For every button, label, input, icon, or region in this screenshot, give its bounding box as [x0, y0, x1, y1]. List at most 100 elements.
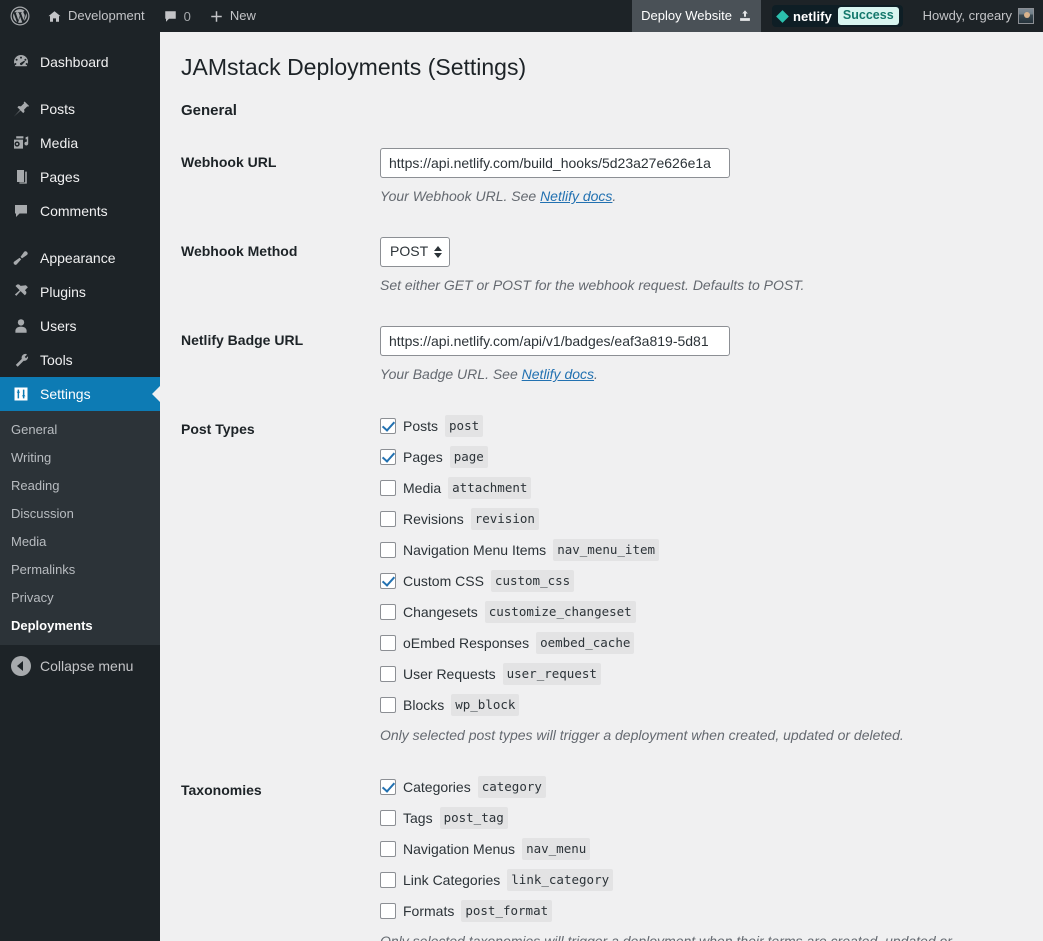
post-type-checkbox[interactable] — [380, 697, 396, 713]
label-webhook-method: Webhook Method — [181, 243, 298, 259]
post-type-item[interactable]: Changesets customize_changeset — [380, 601, 1033, 623]
taxonomy-checkbox[interactable] — [380, 872, 396, 888]
new-content-label: New — [229, 8, 256, 23]
post-type-item[interactable]: Navigation Menu Items nav_menu_item — [380, 539, 1033, 561]
deploy-website-label: Deploy Website — [641, 8, 732, 23]
post-type-label: Navigation Menu Items — [403, 542, 547, 558]
deploy-website-button[interactable]: Deploy Website — [632, 0, 761, 32]
post-type-label: Blocks — [403, 697, 445, 713]
taxonomy-item[interactable]: Link Categories link_category — [380, 869, 1033, 891]
submenu-item-privacy[interactable]: Privacy — [0, 584, 160, 612]
post-type-checkbox[interactable] — [380, 449, 396, 465]
post-type-item[interactable]: oEmbed Responses oembed_cache — [380, 632, 1033, 654]
post-type-slug: custom_css — [490, 570, 575, 592]
netlify-docs-link[interactable]: Netlify docs — [522, 366, 594, 382]
taxonomy-item[interactable]: Formats post_format — [380, 900, 1033, 922]
sidebar-item-dashboard[interactable]: Dashboard — [0, 45, 160, 79]
post-type-checkbox[interactable] — [380, 480, 396, 496]
post-type-label: oEmbed Responses — [403, 635, 530, 651]
webhook-url-input[interactable] — [380, 148, 730, 178]
netlify-docs-link[interactable]: Netlify docs — [540, 188, 612, 204]
post-type-checkbox[interactable] — [380, 511, 396, 527]
sidebar-item-posts[interactable]: Posts — [0, 92, 160, 126]
collapse-menu-button[interactable]: Collapse menu — [0, 649, 160, 683]
page-title: JAMstack Deployments (Settings) — [181, 54, 527, 80]
site-name-button[interactable]: Development — [38, 0, 154, 32]
post-type-checkbox[interactable] — [380, 418, 396, 434]
submenu-item-permalinks[interactable]: Permalinks — [0, 556, 160, 584]
taxonomy-item[interactable]: Navigation Menus nav_menu — [380, 838, 1033, 860]
badge-url-desc-period: . — [594, 366, 598, 382]
field-webhook-method: POST Set either GET or POST for the webh… — [380, 222, 1043, 311]
form-row-post-types: Post Types Posts post Pages page Media attach… — [160, 400, 1043, 761]
taxonomy-checkbox[interactable] — [380, 779, 396, 795]
new-content-button[interactable]: New — [200, 0, 265, 32]
taxonomies-checkbox-list: Categories category Tags post_tag Navigation… — [380, 776, 1033, 922]
post-type-item[interactable]: Posts post — [380, 415, 1033, 437]
submenu-item-media[interactable]: Media — [0, 528, 160, 556]
section-heading-general: General — [181, 102, 237, 119]
taxonomy-checkbox[interactable] — [380, 841, 396, 857]
sidebar-label-appearance: Appearance — [40, 250, 116, 266]
wordpress-logo-icon — [10, 6, 30, 26]
post-type-checkbox[interactable] — [380, 542, 396, 558]
netlify-name-label: netlify — [792, 8, 832, 24]
sidebar-item-appearance[interactable]: Appearance — [0, 241, 160, 275]
settings-submenu: General Writing Reading Discussion Media… — [0, 411, 160, 645]
post-type-checkbox[interactable] — [380, 635, 396, 651]
sidebar-item-plugins[interactable]: Plugins — [0, 275, 160, 309]
taxonomy-item[interactable]: Categories category — [380, 776, 1033, 798]
taxonomy-checkbox[interactable] — [380, 903, 396, 919]
post-type-item[interactable]: Custom CSS custom_css — [380, 570, 1033, 592]
submenu-item-writing[interactable]: Writing — [0, 444, 160, 472]
taxonomy-label: Formats — [403, 903, 455, 919]
taxonomy-slug: post_tag — [439, 807, 508, 829]
taxonomies-description: Only selected taxonomies will trigger a … — [380, 933, 952, 941]
wrench-icon — [11, 350, 31, 370]
post-type-item[interactable]: Media attachment — [380, 477, 1033, 499]
menu-separator-top — [0, 32, 160, 45]
sidebar-item-settings[interactable]: Settings — [0, 377, 160, 411]
webhook-url-desc-period: . — [612, 188, 617, 204]
badge-url-description: Your Badge URL. See Netlify docs. — [380, 364, 990, 385]
badge-url-desc-text: Your Badge URL. See — [380, 366, 522, 382]
label-post-types: Post Types — [181, 421, 255, 437]
my-account-button[interactable]: Howdy, crgeary — [914, 0, 1043, 32]
sidebar-item-tools[interactable]: Tools — [0, 343, 160, 377]
post-type-label: Pages — [403, 449, 443, 465]
menu-separator-2 — [0, 228, 160, 241]
taxonomy-item[interactable]: Tags post_tag — [380, 807, 1033, 829]
post-type-checkbox[interactable] — [380, 573, 396, 589]
netlify-badge[interactable]: netlify Success — [771, 5, 903, 27]
post-type-label: Changesets — [403, 604, 478, 620]
post-type-slug: nav_menu_item — [553, 539, 660, 561]
submenu-item-general[interactable]: General — [0, 416, 160, 444]
submenu-item-reading[interactable]: Reading — [0, 472, 160, 500]
badge-url-input[interactable] — [380, 326, 730, 356]
post-type-slug: page — [449, 446, 488, 468]
post-type-checkbox[interactable] — [380, 604, 396, 620]
paintbrush-icon — [11, 248, 31, 268]
sidebar-item-comments[interactable]: Comments — [0, 194, 160, 228]
sidebar-item-pages[interactable]: Pages — [0, 160, 160, 194]
sidebar-label-comments: Comments — [40, 203, 108, 219]
post-type-item[interactable]: Revisions revision — [380, 508, 1033, 530]
post-type-item[interactable]: Blocks wp_block — [380, 694, 1033, 716]
sidebar-item-media[interactable]: Media — [0, 126, 160, 160]
taxonomy-slug: link_category — [507, 869, 614, 891]
sidebar-item-users[interactable]: Users — [0, 309, 160, 343]
netlify-status-button[interactable]: netlify Success — [761, 0, 914, 32]
wordpress-logo-button[interactable] — [0, 0, 38, 32]
sidebar-label-plugins: Plugins — [40, 284, 86, 300]
post-type-item[interactable]: User Requests user_request — [380, 663, 1033, 685]
comments-button[interactable]: 0 — [154, 0, 200, 32]
post-type-item[interactable]: Pages page — [380, 446, 1033, 468]
taxonomy-checkbox[interactable] — [380, 810, 396, 826]
submenu-item-discussion[interactable]: Discussion — [0, 500, 160, 528]
site-name-label: Development — [68, 8, 145, 23]
submenu-item-deployments[interactable]: Deployments — [0, 612, 160, 640]
post-type-checkbox[interactable] — [380, 666, 396, 682]
webhook-method-select[interactable]: POST — [380, 237, 451, 267]
upload-icon — [738, 9, 752, 23]
post-type-slug: revision — [470, 508, 539, 530]
